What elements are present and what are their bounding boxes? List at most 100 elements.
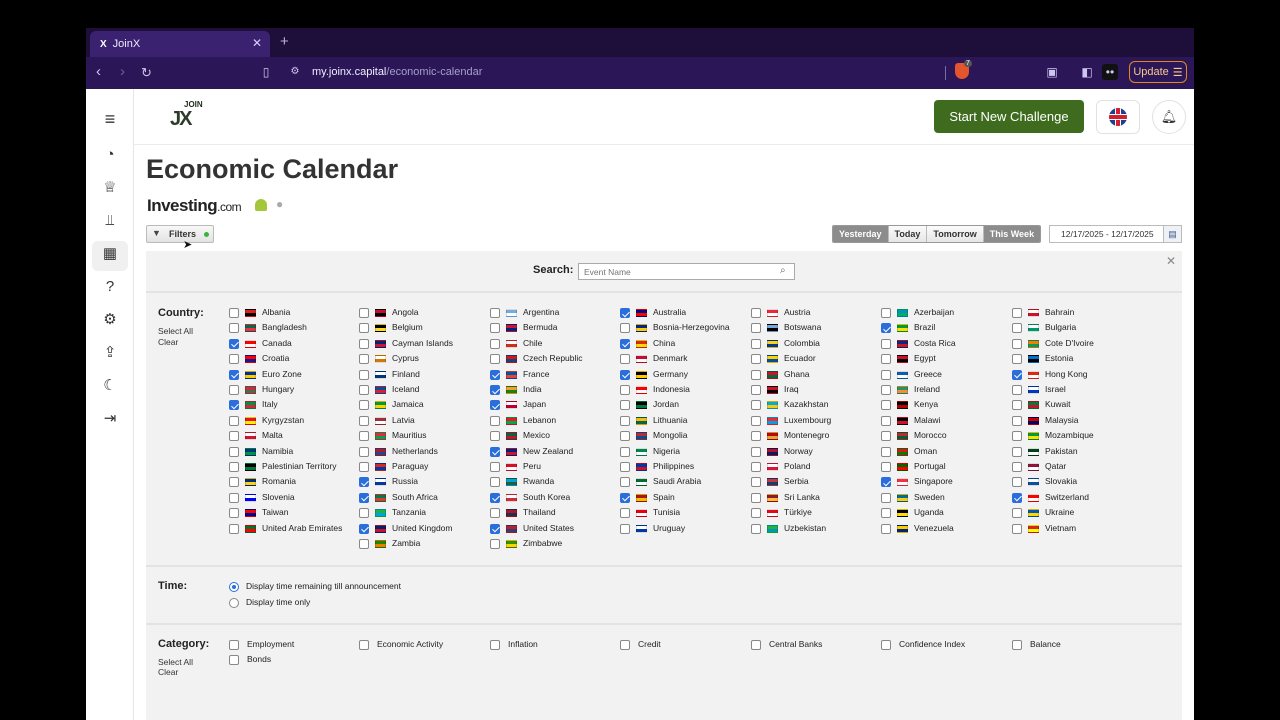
range-this-week[interactable]: This Week bbox=[982, 226, 1041, 242]
country-checkbox[interactable] bbox=[359, 323, 369, 334]
notifications-bell-icon[interactable]: 🔔︎ bbox=[1152, 100, 1186, 134]
range-today[interactable]: Today bbox=[887, 226, 927, 242]
country-checkbox[interactable] bbox=[490, 431, 500, 442]
category-checkbox[interactable] bbox=[881, 640, 891, 650]
country-checkbox[interactable] bbox=[1012, 446, 1022, 457]
language-button[interactable] bbox=[1096, 100, 1140, 134]
country-checkbox[interactable] bbox=[359, 400, 369, 411]
country-checkbox[interactable] bbox=[359, 523, 369, 534]
filters-button[interactable]: ▼ Filters bbox=[146, 225, 214, 243]
investing-logo[interactable]: Investing.com bbox=[147, 196, 242, 216]
country-checkbox[interactable] bbox=[229, 446, 239, 457]
country-checkbox[interactable] bbox=[229, 369, 239, 380]
country-checkbox[interactable] bbox=[881, 385, 891, 395]
country-checkbox[interactable] bbox=[359, 385, 369, 395]
country-checkbox[interactable] bbox=[1012, 385, 1022, 395]
country-checkbox[interactable] bbox=[881, 369, 891, 380]
country-checkbox[interactable] bbox=[881, 462, 891, 472]
category-checkbox[interactable] bbox=[1012, 640, 1022, 650]
country-checkbox[interactable] bbox=[490, 323, 500, 334]
range-tomorrow[interactable]: Tomorrow bbox=[926, 226, 983, 242]
country-checkbox[interactable] bbox=[1012, 415, 1022, 426]
close-tab-icon[interactable]: ✕ bbox=[252, 36, 262, 50]
country-checkbox[interactable] bbox=[620, 323, 630, 334]
country-checkbox[interactable] bbox=[490, 492, 500, 503]
country-checkbox[interactable] bbox=[751, 400, 761, 411]
android-icon[interactable] bbox=[255, 199, 267, 211]
country-checkbox[interactable] bbox=[490, 477, 500, 488]
country-checkbox[interactable] bbox=[229, 338, 239, 349]
country-checkbox[interactable] bbox=[881, 523, 891, 534]
country-checkbox[interactable] bbox=[1012, 431, 1022, 442]
calendar-icon[interactable]: ▦ bbox=[100, 244, 120, 264]
country-checkbox[interactable] bbox=[881, 323, 891, 334]
country-checkbox[interactable] bbox=[751, 492, 761, 503]
country-checkbox[interactable] bbox=[359, 508, 369, 519]
search-icon[interactable]: ⌕ bbox=[780, 265, 786, 276]
country-checkbox[interactable] bbox=[751, 477, 761, 488]
logout-icon[interactable]: ⇥ bbox=[100, 409, 120, 429]
pie-chart-icon[interactable]: ◔ bbox=[100, 145, 120, 165]
country-checkbox[interactable] bbox=[1012, 323, 1022, 334]
country-checkbox[interactable] bbox=[490, 400, 500, 411]
country-checkbox[interactable] bbox=[620, 508, 630, 519]
country-checkbox[interactable] bbox=[490, 369, 500, 380]
country-select-all-link[interactable]: Select All bbox=[158, 326, 193, 336]
country-checkbox[interactable] bbox=[620, 446, 630, 457]
country-checkbox[interactable] bbox=[229, 415, 239, 426]
site-settings-icon[interactable]: ⚙ bbox=[287, 64, 303, 80]
country-checkbox[interactable] bbox=[751, 415, 761, 426]
country-checkbox[interactable] bbox=[620, 415, 630, 426]
country-checkbox[interactable] bbox=[229, 492, 239, 503]
country-checkbox[interactable] bbox=[490, 354, 500, 365]
sidebar-toggle-icon[interactable]: ◧ bbox=[1079, 64, 1095, 80]
country-checkbox[interactable] bbox=[490, 385, 500, 395]
country-checkbox[interactable] bbox=[620, 354, 630, 365]
country-checkbox[interactable] bbox=[620, 338, 630, 349]
country-checkbox[interactable] bbox=[1012, 338, 1022, 349]
country-checkbox[interactable] bbox=[1012, 308, 1022, 318]
country-checkbox[interactable] bbox=[229, 385, 239, 395]
country-checkbox[interactable] bbox=[881, 354, 891, 365]
country-checkbox[interactable] bbox=[490, 308, 500, 318]
country-checkbox[interactable] bbox=[751, 308, 761, 318]
country-checkbox[interactable] bbox=[359, 446, 369, 457]
time-only-radio[interactable] bbox=[229, 598, 239, 608]
country-checkbox[interactable] bbox=[359, 492, 369, 503]
country-checkbox[interactable] bbox=[1012, 477, 1022, 488]
country-checkbox[interactable] bbox=[751, 446, 761, 457]
country-checkbox[interactable] bbox=[1012, 508, 1022, 519]
country-checkbox[interactable] bbox=[620, 308, 630, 318]
country-checkbox[interactable] bbox=[490, 523, 500, 534]
country-checkbox[interactable] bbox=[359, 354, 369, 365]
category-checkbox[interactable] bbox=[229, 640, 239, 650]
country-checkbox[interactable] bbox=[881, 508, 891, 519]
update-button[interactable]: Update ☰ bbox=[1129, 61, 1187, 83]
country-checkbox[interactable] bbox=[751, 385, 761, 395]
country-checkbox[interactable] bbox=[359, 431, 369, 442]
date-range-picker[interactable]: 12/17/2025 - 12/17/2025 ▤ bbox=[1049, 225, 1182, 243]
range-yesterday[interactable]: Yesterday bbox=[833, 226, 888, 242]
country-checkbox[interactable] bbox=[229, 508, 239, 519]
category-checkbox[interactable] bbox=[229, 655, 239, 665]
country-checkbox[interactable] bbox=[359, 415, 369, 426]
reload-icon[interactable]: ↻ bbox=[141, 65, 152, 81]
country-checkbox[interactable] bbox=[620, 385, 630, 395]
country-checkbox[interactable] bbox=[751, 523, 761, 534]
category-select-all-link[interactable]: Select All bbox=[158, 657, 193, 667]
country-checkbox[interactable] bbox=[490, 446, 500, 457]
country-checkbox[interactable] bbox=[620, 400, 630, 411]
country-checkbox[interactable] bbox=[359, 539, 369, 549]
country-checkbox[interactable] bbox=[620, 523, 630, 534]
country-clear-link[interactable]: Clear bbox=[158, 337, 178, 347]
country-checkbox[interactable] bbox=[229, 462, 239, 472]
country-checkbox[interactable] bbox=[881, 446, 891, 457]
country-checkbox[interactable] bbox=[1012, 400, 1022, 411]
country-checkbox[interactable] bbox=[359, 369, 369, 380]
country-checkbox[interactable] bbox=[1012, 354, 1022, 365]
upload-icon[interactable]: ⇪ bbox=[100, 343, 120, 363]
category-checkbox[interactable] bbox=[359, 640, 369, 650]
country-checkbox[interactable] bbox=[490, 508, 500, 519]
country-checkbox[interactable] bbox=[881, 308, 891, 318]
category-checkbox[interactable] bbox=[620, 640, 630, 650]
